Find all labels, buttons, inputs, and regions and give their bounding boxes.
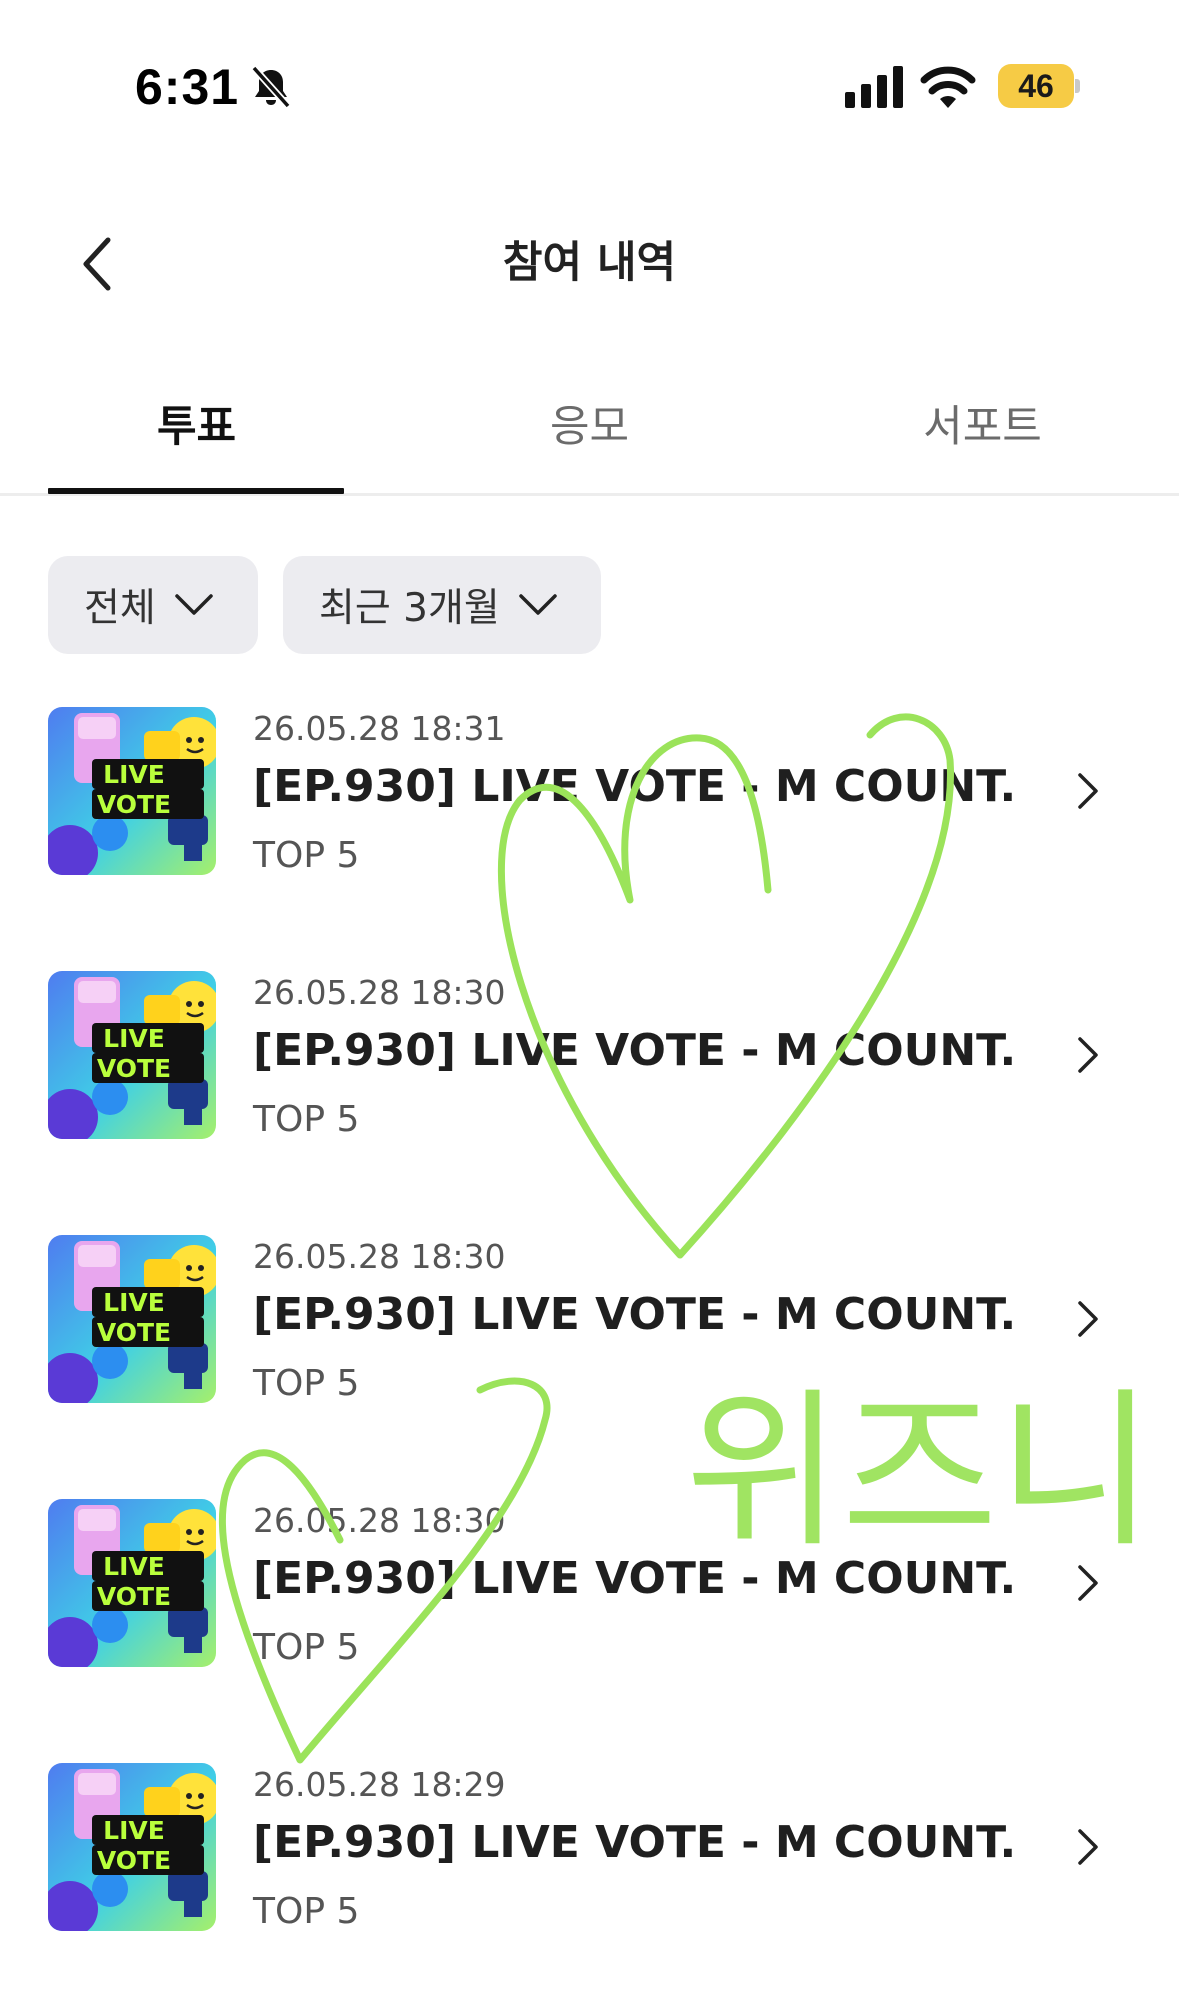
vote-list-item[interactable]: LIVE VOTE 26.05.28 18:30 [EP.930] LIVE V… — [0, 1235, 1179, 1435]
vote-date: 26.05.28 18:30 — [253, 1501, 506, 1540]
status-bar: 6:31 46 — [0, 0, 1179, 170]
vote-list-item[interactable]: LIVE VOTE 26.05.28 18:31 [EP.930] LIVE V… — [0, 707, 1179, 907]
chevron-down-icon — [518, 594, 557, 615]
live-vote-thumbnail: LIVE VOTE — [48, 1235, 216, 1403]
vote-list-item[interactable]: LIVE VOTE 26.05.28 18:30 [EP.930] LIVE V… — [0, 1499, 1179, 1699]
period-filter-label: 최근 3개월 — [319, 586, 500, 631]
wifi-icon — [920, 66, 976, 108]
tab-entry[interactable]: 응모 — [393, 392, 786, 454]
thumbnail-text-live: LIVE — [103, 1288, 165, 1317]
chevron-right-icon — [1078, 773, 1098, 809]
chevron-right-icon — [1078, 1829, 1098, 1865]
battery-icon: 46 — [998, 64, 1080, 108]
vote-detail: TOP 5 — [253, 1891, 360, 1932]
live-vote-thumbnail: LIVE VOTE — [48, 1763, 216, 1931]
live-vote-thumbnail: LIVE VOTE — [48, 707, 216, 875]
vote-detail: TOP 5 — [253, 1099, 360, 1140]
thumbnail-text-live: LIVE — [103, 1552, 165, 1581]
thumbnail-text-live: LIVE — [103, 760, 165, 789]
cellular-signal-icon — [845, 66, 903, 108]
vote-list-item[interactable]: LIVE VOTE 26.05.28 18:29 [EP.930] LIVE V… — [0, 1763, 1179, 1963]
bell-slash-icon — [251, 65, 291, 109]
thumbnail-text-vote: VOTE — [97, 1582, 171, 1611]
type-filter-dropdown[interactable]: 전체 — [48, 556, 258, 654]
period-filter-dropdown[interactable]: 최근 3개월 — [283, 556, 601, 654]
vote-detail: TOP 5 — [253, 1627, 360, 1668]
thumbnail-text-vote: VOTE — [97, 1054, 171, 1083]
battery-level: 46 — [1018, 68, 1054, 104]
thumbnail-text-vote: VOTE — [97, 790, 171, 819]
tab-bar: 투표 응모 서포트 — [0, 378, 1179, 496]
chevron-right-icon — [1078, 1037, 1098, 1073]
type-filter-label: 전체 — [84, 586, 156, 631]
vote-list-item[interactable]: LIVE VOTE 26.05.28 18:30 [EP.930] LIVE V… — [0, 971, 1179, 1171]
vote-title: [EP.930] LIVE VOTE - M COUNT... — [253, 1817, 1013, 1868]
vote-detail: TOP 5 — [253, 835, 360, 876]
chevron-left-icon[interactable] — [68, 228, 128, 298]
tab-active-indicator — [48, 488, 344, 494]
tab-support[interactable]: 서포트 — [786, 392, 1179, 454]
thumbnail-text-vote: VOTE — [97, 1318, 171, 1347]
thumbnail-text-vote: VOTE — [97, 1846, 171, 1875]
vote-date: 26.05.28 18:29 — [253, 1765, 506, 1804]
thumbnail-text-live: LIVE — [103, 1024, 165, 1053]
chevron-right-icon — [1078, 1301, 1098, 1337]
status-time: 6:31 — [135, 59, 240, 115]
vote-title: [EP.930] LIVE VOTE - M COUNT... — [253, 1553, 1013, 1604]
live-vote-thumbnail: LIVE VOTE — [48, 971, 216, 1139]
thumbnail-text-live: LIVE — [103, 1816, 165, 1845]
vote-date: 26.05.28 18:30 — [253, 1237, 506, 1276]
battery-nub — [1075, 79, 1080, 93]
page-title: 참여 내역 — [502, 238, 677, 288]
chevron-down-icon — [175, 594, 213, 615]
vote-date: 26.05.28 18:30 — [253, 973, 506, 1012]
vote-title: [EP.930] LIVE VOTE - M COUNT... — [253, 761, 1013, 812]
vote-date: 26.05.28 18:31 — [253, 709, 506, 748]
tab-vote[interactable]: 투표 — [0, 392, 393, 454]
vote-title: [EP.930] LIVE VOTE - M COUNT... — [253, 1025, 1013, 1076]
chevron-right-icon — [1078, 1565, 1098, 1601]
vote-detail: TOP 5 — [253, 1363, 360, 1404]
vote-title: [EP.930] LIVE VOTE - M COUNT... — [253, 1289, 1013, 1340]
live-vote-thumbnail: LIVE VOTE — [48, 1499, 216, 1667]
